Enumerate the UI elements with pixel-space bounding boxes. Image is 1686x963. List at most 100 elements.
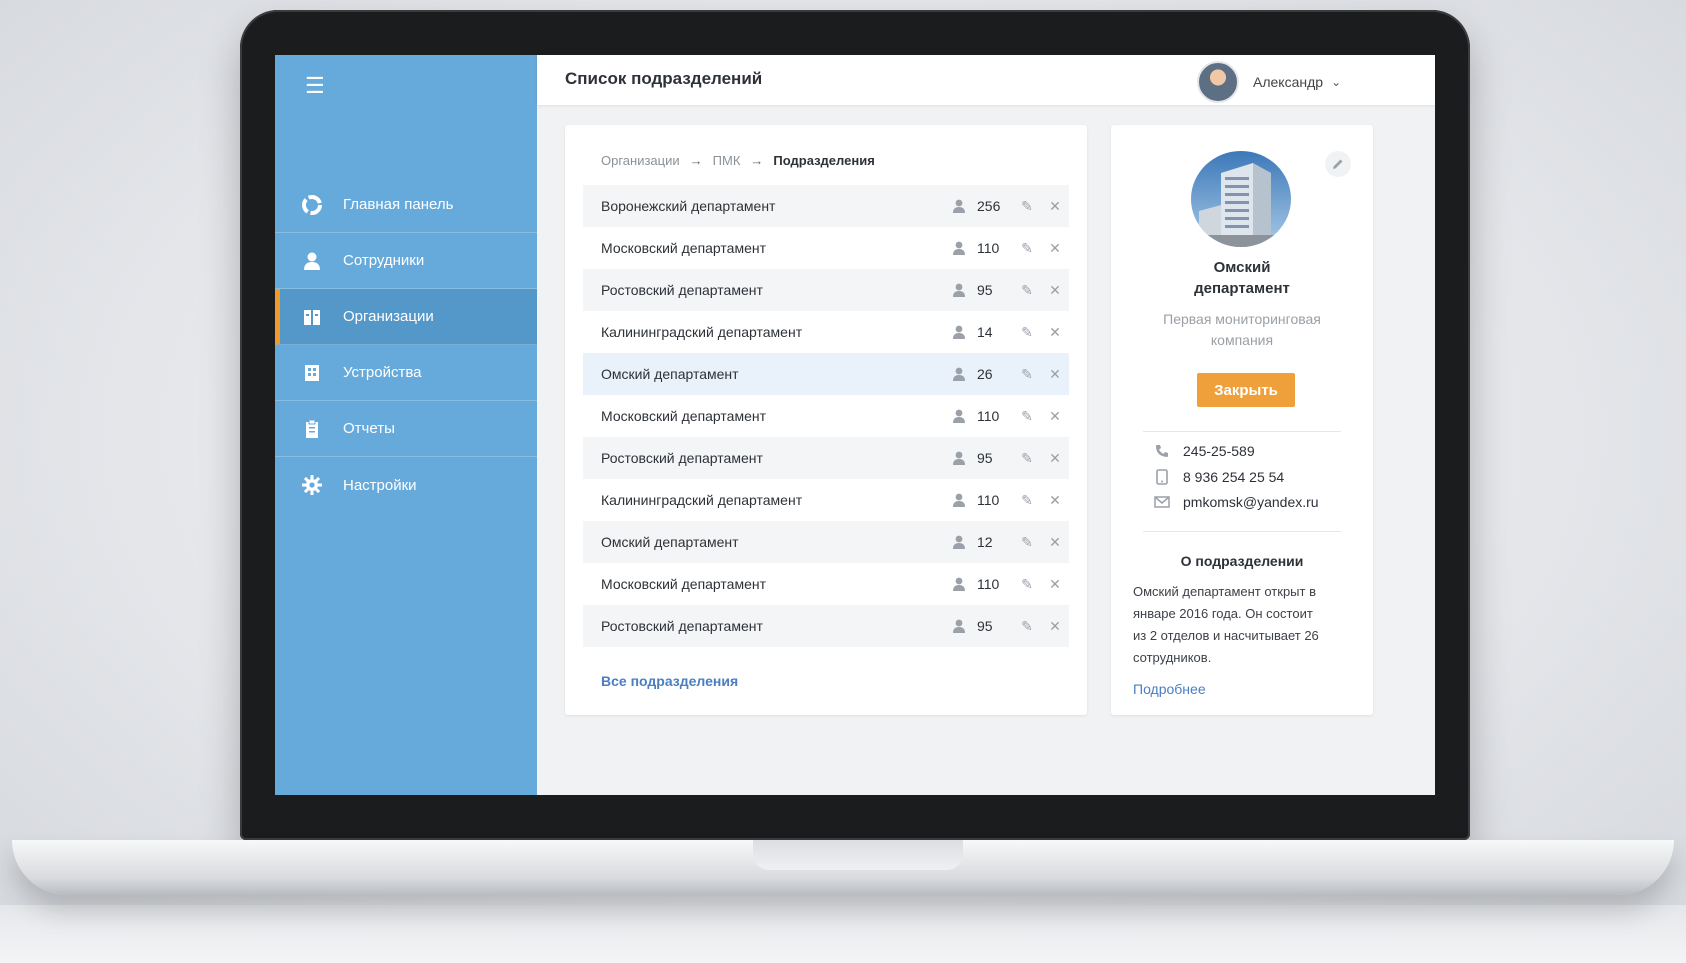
- employee-count: 256: [977, 198, 1001, 214]
- close-icon[interactable]: ✕: [1041, 366, 1069, 383]
- employee-count: 12: [977, 534, 993, 550]
- department-row[interactable]: Ростовский департамент 95 ✎ ✕: [583, 269, 1069, 311]
- app-screen: ☰ Главная панель Сотрудники Организации: [275, 55, 1435, 795]
- edit-icon[interactable]: ✎: [1013, 534, 1041, 551]
- close-icon[interactable]: ✕: [1041, 198, 1069, 215]
- breadcrumb-item[interactable]: ПМК: [713, 153, 741, 168]
- edit-icon[interactable]: ✎: [1013, 240, 1041, 257]
- about-text-line: январе 2016 года. Он состоит: [1133, 606, 1313, 621]
- edit-icon[interactable]: ✎: [1013, 282, 1041, 299]
- chevron-down-icon: ⌄: [1331, 75, 1342, 89]
- all-departments-link[interactable]: Все подразделения: [601, 673, 738, 689]
- laptop-notch: [753, 840, 963, 870]
- user-name: Александр: [1253, 74, 1324, 90]
- department-name[interactable]: Ростовский департамент: [601, 618, 951, 634]
- close-icon[interactable]: ✕: [1041, 282, 1069, 299]
- department-row[interactable]: Калининградский департамент 110 ✎ ✕: [583, 479, 1069, 521]
- employee-count: 110: [977, 576, 1000, 592]
- edit-icon[interactable]: ✎: [1013, 492, 1041, 509]
- person-icon: [953, 577, 965, 591]
- department-name[interactable]: Московский департамент: [601, 408, 951, 424]
- department-name[interactable]: Московский департамент: [601, 576, 951, 592]
- department-name[interactable]: Омский департамент: [601, 534, 951, 550]
- department-name[interactable]: Калининградский департамент: [601, 324, 951, 340]
- department-name[interactable]: Московский департамент: [601, 240, 951, 256]
- person-icon: [953, 283, 965, 297]
- about-text-line: сотрудников.: [1133, 650, 1212, 665]
- sidebar-item-label: Отчеты: [343, 420, 395, 437]
- breadcrumb-separator: →: [689, 153, 703, 168]
- company-name-line: компания: [1210, 332, 1274, 348]
- sidebar-item-settings[interactable]: Настройки: [275, 457, 537, 513]
- edit-icon[interactable]: ✎: [1013, 366, 1041, 383]
- person-icon: [953, 367, 965, 381]
- dashboard-icon: [301, 194, 323, 216]
- close-icon[interactable]: ✕: [1041, 618, 1069, 635]
- department-photo: [1191, 151, 1291, 247]
- edit-icon[interactable]: ✎: [1013, 324, 1041, 341]
- close-icon[interactable]: ✕: [1041, 492, 1069, 509]
- person-icon: [301, 250, 323, 272]
- close-icon[interactable]: ✕: [1041, 534, 1069, 551]
- mail-icon: [1153, 496, 1171, 508]
- breadcrumb-current: Подразделения: [773, 153, 875, 168]
- sidebar-item-devices[interactable]: Устройства: [275, 345, 537, 401]
- department-name[interactable]: Омский департамент: [601, 366, 951, 382]
- close-icon[interactable]: ✕: [1041, 324, 1069, 341]
- department-name[interactable]: Ростовский департамент: [601, 282, 951, 298]
- edit-icon[interactable]: ✎: [1013, 618, 1041, 635]
- sidebar-item-dashboard[interactable]: Главная панель: [275, 177, 537, 233]
- phone-number[interactable]: 245-25-589: [1183, 443, 1255, 459]
- department-name[interactable]: Ростовский департамент: [601, 450, 951, 466]
- table-surface: [0, 905, 1686, 963]
- sidebar-item-label: Главная панель: [343, 196, 454, 213]
- edit-icon[interactable]: ✎: [1013, 198, 1041, 215]
- department-row[interactable]: Калининградский департамент 14 ✎ ✕: [583, 311, 1069, 353]
- more-link[interactable]: Подробнее: [1133, 681, 1206, 697]
- mobile-number[interactable]: 8 936 254 25 54: [1183, 469, 1284, 485]
- department-row[interactable]: Московский департамент 110 ✎ ✕: [583, 395, 1069, 437]
- close-icon[interactable]: ✕: [1041, 450, 1069, 467]
- department-row[interactable]: Омский департамент 12 ✎ ✕: [583, 521, 1069, 563]
- close-icon[interactable]: ✕: [1041, 576, 1069, 593]
- sidebar-item-label: Сотрудники: [343, 252, 425, 269]
- department-row[interactable]: Ростовский департамент 95 ✎ ✕: [583, 437, 1069, 479]
- top-bar: Список подразделений Александр ⌄: [537, 55, 1435, 105]
- department-row[interactable]: Омский департамент 26 ✎ ✕: [583, 353, 1069, 395]
- department-row[interactable]: Ростовский департамент 95 ✎ ✕: [583, 605, 1069, 647]
- breadcrumb-item[interactable]: Организации: [601, 153, 680, 168]
- sidebar-nav: Главная панель Сотрудники Организации Ус…: [275, 177, 537, 513]
- breadcrumb: Организации → ПМК → Подразделения: [601, 153, 875, 168]
- close-icon[interactable]: ✕: [1041, 408, 1069, 425]
- sidebar-item-organizations[interactable]: Организации: [275, 289, 537, 345]
- edit-icon[interactable]: ✎: [1013, 408, 1041, 425]
- email-address[interactable]: pmkomsk@yandex.ru: [1183, 494, 1319, 510]
- employee-count: 110: [977, 492, 1000, 508]
- person-icon: [953, 241, 965, 255]
- about-text-line: Омский департамент открыт в: [1133, 584, 1316, 599]
- sidebar-item-reports[interactable]: Отчеты: [275, 401, 537, 457]
- edit-icon[interactable]: ✎: [1013, 576, 1041, 593]
- company-name: Первая мониторинговая компания: [1141, 309, 1343, 351]
- edit-department-button[interactable]: [1325, 151, 1351, 177]
- person-icon: [953, 325, 965, 339]
- close-button[interactable]: Закрыть: [1197, 373, 1295, 407]
- page-title: Список подразделений: [565, 69, 763, 88]
- menu-icon[interactable]: ☰: [305, 73, 325, 99]
- person-icon: [953, 451, 965, 465]
- edit-icon[interactable]: ✎: [1013, 450, 1041, 467]
- sidebar-item-label: Настройки: [343, 476, 417, 494]
- person-icon: [953, 409, 965, 423]
- department-name[interactable]: Воронежский департамент: [601, 198, 951, 214]
- email-contact: pmkomsk@yandex.ru: [1153, 494, 1319, 510]
- sidebar-item-employees[interactable]: Сотрудники: [275, 233, 537, 289]
- about-title: О подразделении: [1180, 553, 1304, 569]
- department-detail-card: Омский департамент Первая мониторинговая…: [1111, 125, 1373, 715]
- department-row[interactable]: Московский департамент 110 ✎ ✕: [583, 227, 1069, 269]
- department-title: Омский департамент: [1111, 257, 1373, 299]
- department-row[interactable]: Воронежский департамент 256 ✎ ✕: [583, 185, 1069, 227]
- user-menu[interactable]: Александр ⌄: [1197, 61, 1341, 103]
- department-name[interactable]: Калининградский департамент: [601, 492, 951, 508]
- close-icon[interactable]: ✕: [1041, 240, 1069, 257]
- department-row[interactable]: Московский департамент 110 ✎ ✕: [583, 563, 1069, 605]
